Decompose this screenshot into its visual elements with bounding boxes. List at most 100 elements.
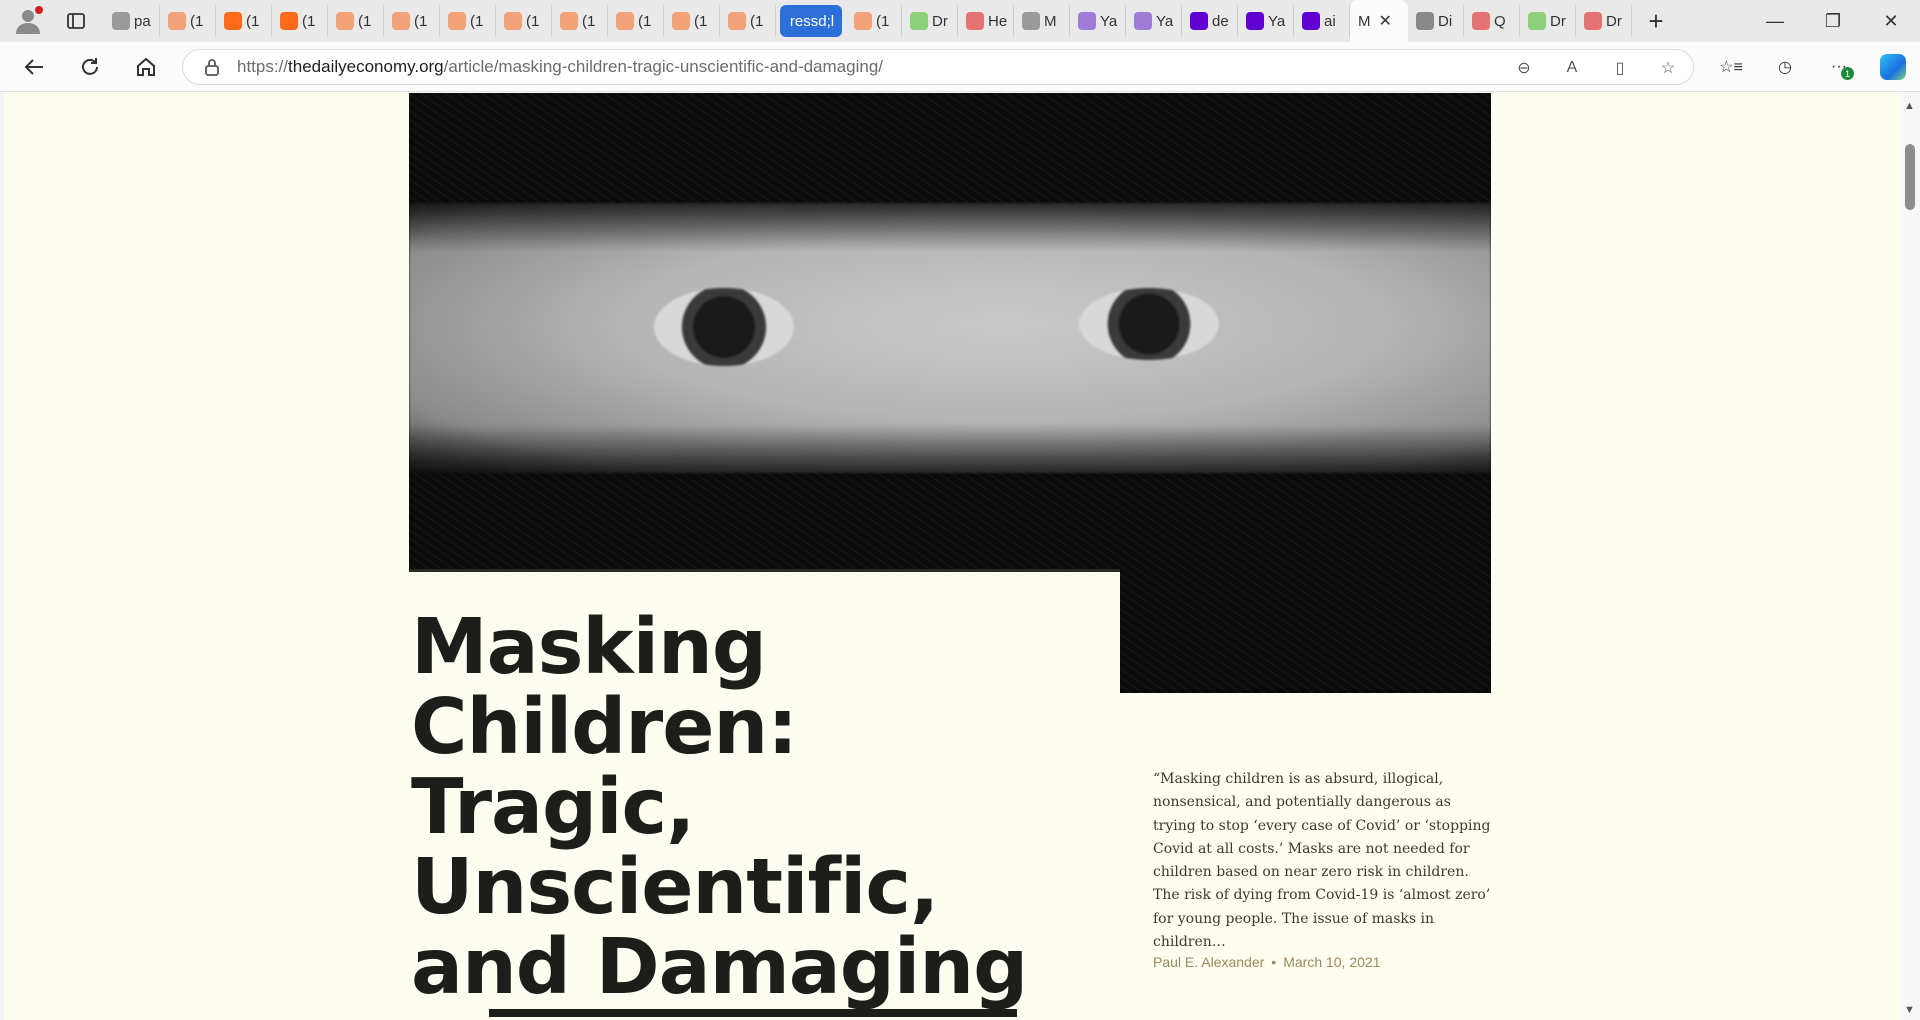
yahoo-icon (1078, 12, 1096, 30)
new-tab-button[interactable]: + (1638, 3, 1674, 39)
tab-title: de (1212, 12, 1229, 30)
tab-title: Di (1438, 12, 1453, 30)
web-page: Masking Children: Tragic, Unscientific, … (4, 92, 1900, 1020)
browser-tab[interactable]: (1 (440, 5, 496, 37)
bookmark-icon (448, 12, 466, 30)
yahoo-icon (1190, 12, 1208, 30)
article-excerpt: “Masking children is as absurd, illogica… (1153, 771, 1491, 951)
notification-dot (35, 6, 43, 14)
address-bar[interactable]: https://thedailyeconomy.org/article/mask… (182, 49, 1694, 85)
author-link[interactable]: Paul E. Alexander (1153, 954, 1264, 970)
yahoo-icon (1246, 12, 1264, 30)
browser-tab[interactable]: Ya (1238, 5, 1294, 37)
tab-strip: pa (1 (1 (1 (1 (1 (1 (1 (1 (1 (1 (1 ressd;l (1 Dr He M Ya… (0, 0, 1920, 42)
scroll-down-arrow-icon[interactable]: ▼ (1904, 1004, 1915, 1016)
url-text[interactable]: https://thedailyeconomy.org/article/mask… (237, 57, 883, 77)
browser-toolbar: https://thedailyeconomy.org/article/mask… (0, 42, 1920, 92)
bookmark-icon (616, 12, 634, 30)
favorite-star-icon[interactable]: ☆ (1657, 57, 1679, 79)
browser-tab[interactable]: Dr (1576, 5, 1632, 37)
tab-title: (1 (302, 12, 316, 30)
active-browser-tab[interactable]: M ✕ (1350, 0, 1408, 42)
browser-tab[interactable]: (1 (664, 5, 720, 37)
child-face-strip (409, 203, 1491, 473)
byline: Paul E. Alexander • March 10, 2021 (1153, 954, 1381, 970)
tab-title: He (988, 12, 1007, 30)
bookmark-icon (560, 12, 578, 30)
bookmark-icon (392, 12, 410, 30)
read-aloud-icon[interactable]: A (1561, 57, 1583, 79)
bookmark-icon (280, 12, 298, 30)
tab-title: Dr (932, 12, 948, 30)
browser-tab[interactable]: (1 (496, 5, 552, 37)
browser-tab[interactable]: Q (1464, 5, 1520, 37)
slash-icon (1416, 12, 1434, 30)
copilot-button[interactable] (1866, 42, 1920, 92)
browser-tab[interactable]: He (958, 5, 1014, 37)
more-menu-button[interactable]: ··· 1 (1812, 42, 1866, 92)
browser-tab[interactable]: pa (104, 5, 160, 37)
browser-tab[interactable]: (1 (608, 5, 664, 37)
tab-title: Ya (1100, 12, 1118, 30)
browser-tab[interactable]: Di (1408, 5, 1464, 37)
yahoo-icon (1302, 12, 1320, 30)
browser-tab[interactable]: Dr (1520, 5, 1576, 37)
tab-title: (1 (414, 12, 428, 30)
browser-tab[interactable]: M (1014, 5, 1070, 37)
publish-date: March 10, 2021 (1283, 954, 1381, 970)
zoom-out-icon[interactable]: ⊖ (1513, 57, 1535, 79)
refresh-button[interactable] (70, 47, 110, 87)
tab-title: Q (1494, 12, 1506, 30)
tab-title: (1 (638, 12, 652, 30)
browser-tab[interactable]: Ya (1070, 5, 1126, 37)
browser-tab[interactable]: ai (1294, 5, 1350, 37)
browser-tab[interactable]: (1 (328, 5, 384, 37)
scrollbar-thumb[interactable] (1905, 144, 1915, 210)
history-icon: ◷ (1778, 59, 1792, 76)
yahoo-icon (1134, 12, 1152, 30)
tab-title: M (1358, 12, 1371, 30)
page-icon (112, 12, 130, 30)
browser-tab[interactable]: (1 (384, 5, 440, 37)
browser-tab[interactable]: Dr (902, 5, 958, 37)
page-scrollbar[interactable]: ▲ ▼ (1900, 92, 1920, 1020)
tab-title: Ya (1156, 12, 1174, 30)
immersive-reader-icon[interactable]: ▯ (1609, 57, 1631, 79)
minimize-button[interactable]: — (1746, 0, 1804, 42)
favorites-button[interactable]: ☆≡ (1704, 42, 1758, 92)
browser-tab[interactable]: (1 (720, 5, 776, 37)
title-divider (489, 1009, 1017, 1017)
bookmark-icon (504, 12, 522, 30)
close-window-button[interactable]: ✕ (1862, 0, 1920, 42)
home-icon (137, 57, 155, 76)
bookmark-icon (728, 12, 746, 30)
back-button[interactable] (14, 47, 54, 87)
byline-separator: • (1271, 954, 1277, 970)
browser-tab[interactable]: (1 (160, 5, 216, 37)
tab-actions-button[interactable] (58, 3, 94, 39)
tab-title: (1 (526, 12, 540, 30)
browser-tab[interactable]: (1 (552, 5, 608, 37)
browser-tab[interactable]: (1 (216, 5, 272, 37)
lock-icon[interactable] (201, 56, 223, 78)
scroll-up-arrow-icon[interactable]: ▲ (1904, 100, 1915, 112)
home-button[interactable] (126, 47, 166, 87)
profile-avatar[interactable] (10, 3, 46, 39)
right-eye (1079, 288, 1219, 360)
close-tab-icon[interactable]: ✕ (1379, 11, 1392, 31)
browser-tab[interactable]: (1 (272, 5, 328, 37)
notification-badge: 1 (1841, 67, 1854, 80)
browser-tab[interactable]: de (1182, 5, 1238, 37)
browser-tab[interactable]: (1 (846, 5, 902, 37)
article-title: Masking Children: Tragic, Unscientific, … (411, 603, 1028, 1012)
address-bar-actions: ⊖ A ▯ ☆ (1513, 50, 1679, 86)
tab-title: (1 (876, 12, 890, 30)
bookmark-icon (224, 12, 242, 30)
browser-tab[interactable]: Ya (1126, 5, 1182, 37)
tab-title: Dr (1606, 12, 1622, 30)
bookmark-icon (336, 12, 354, 30)
favorites-icon: ☆≡ (1719, 59, 1743, 76)
browser-tab-highlighted[interactable]: ressd;l (780, 5, 842, 37)
history-button[interactable]: ◷ (1758, 42, 1812, 92)
restore-button[interactable]: ❐ (1804, 0, 1862, 42)
